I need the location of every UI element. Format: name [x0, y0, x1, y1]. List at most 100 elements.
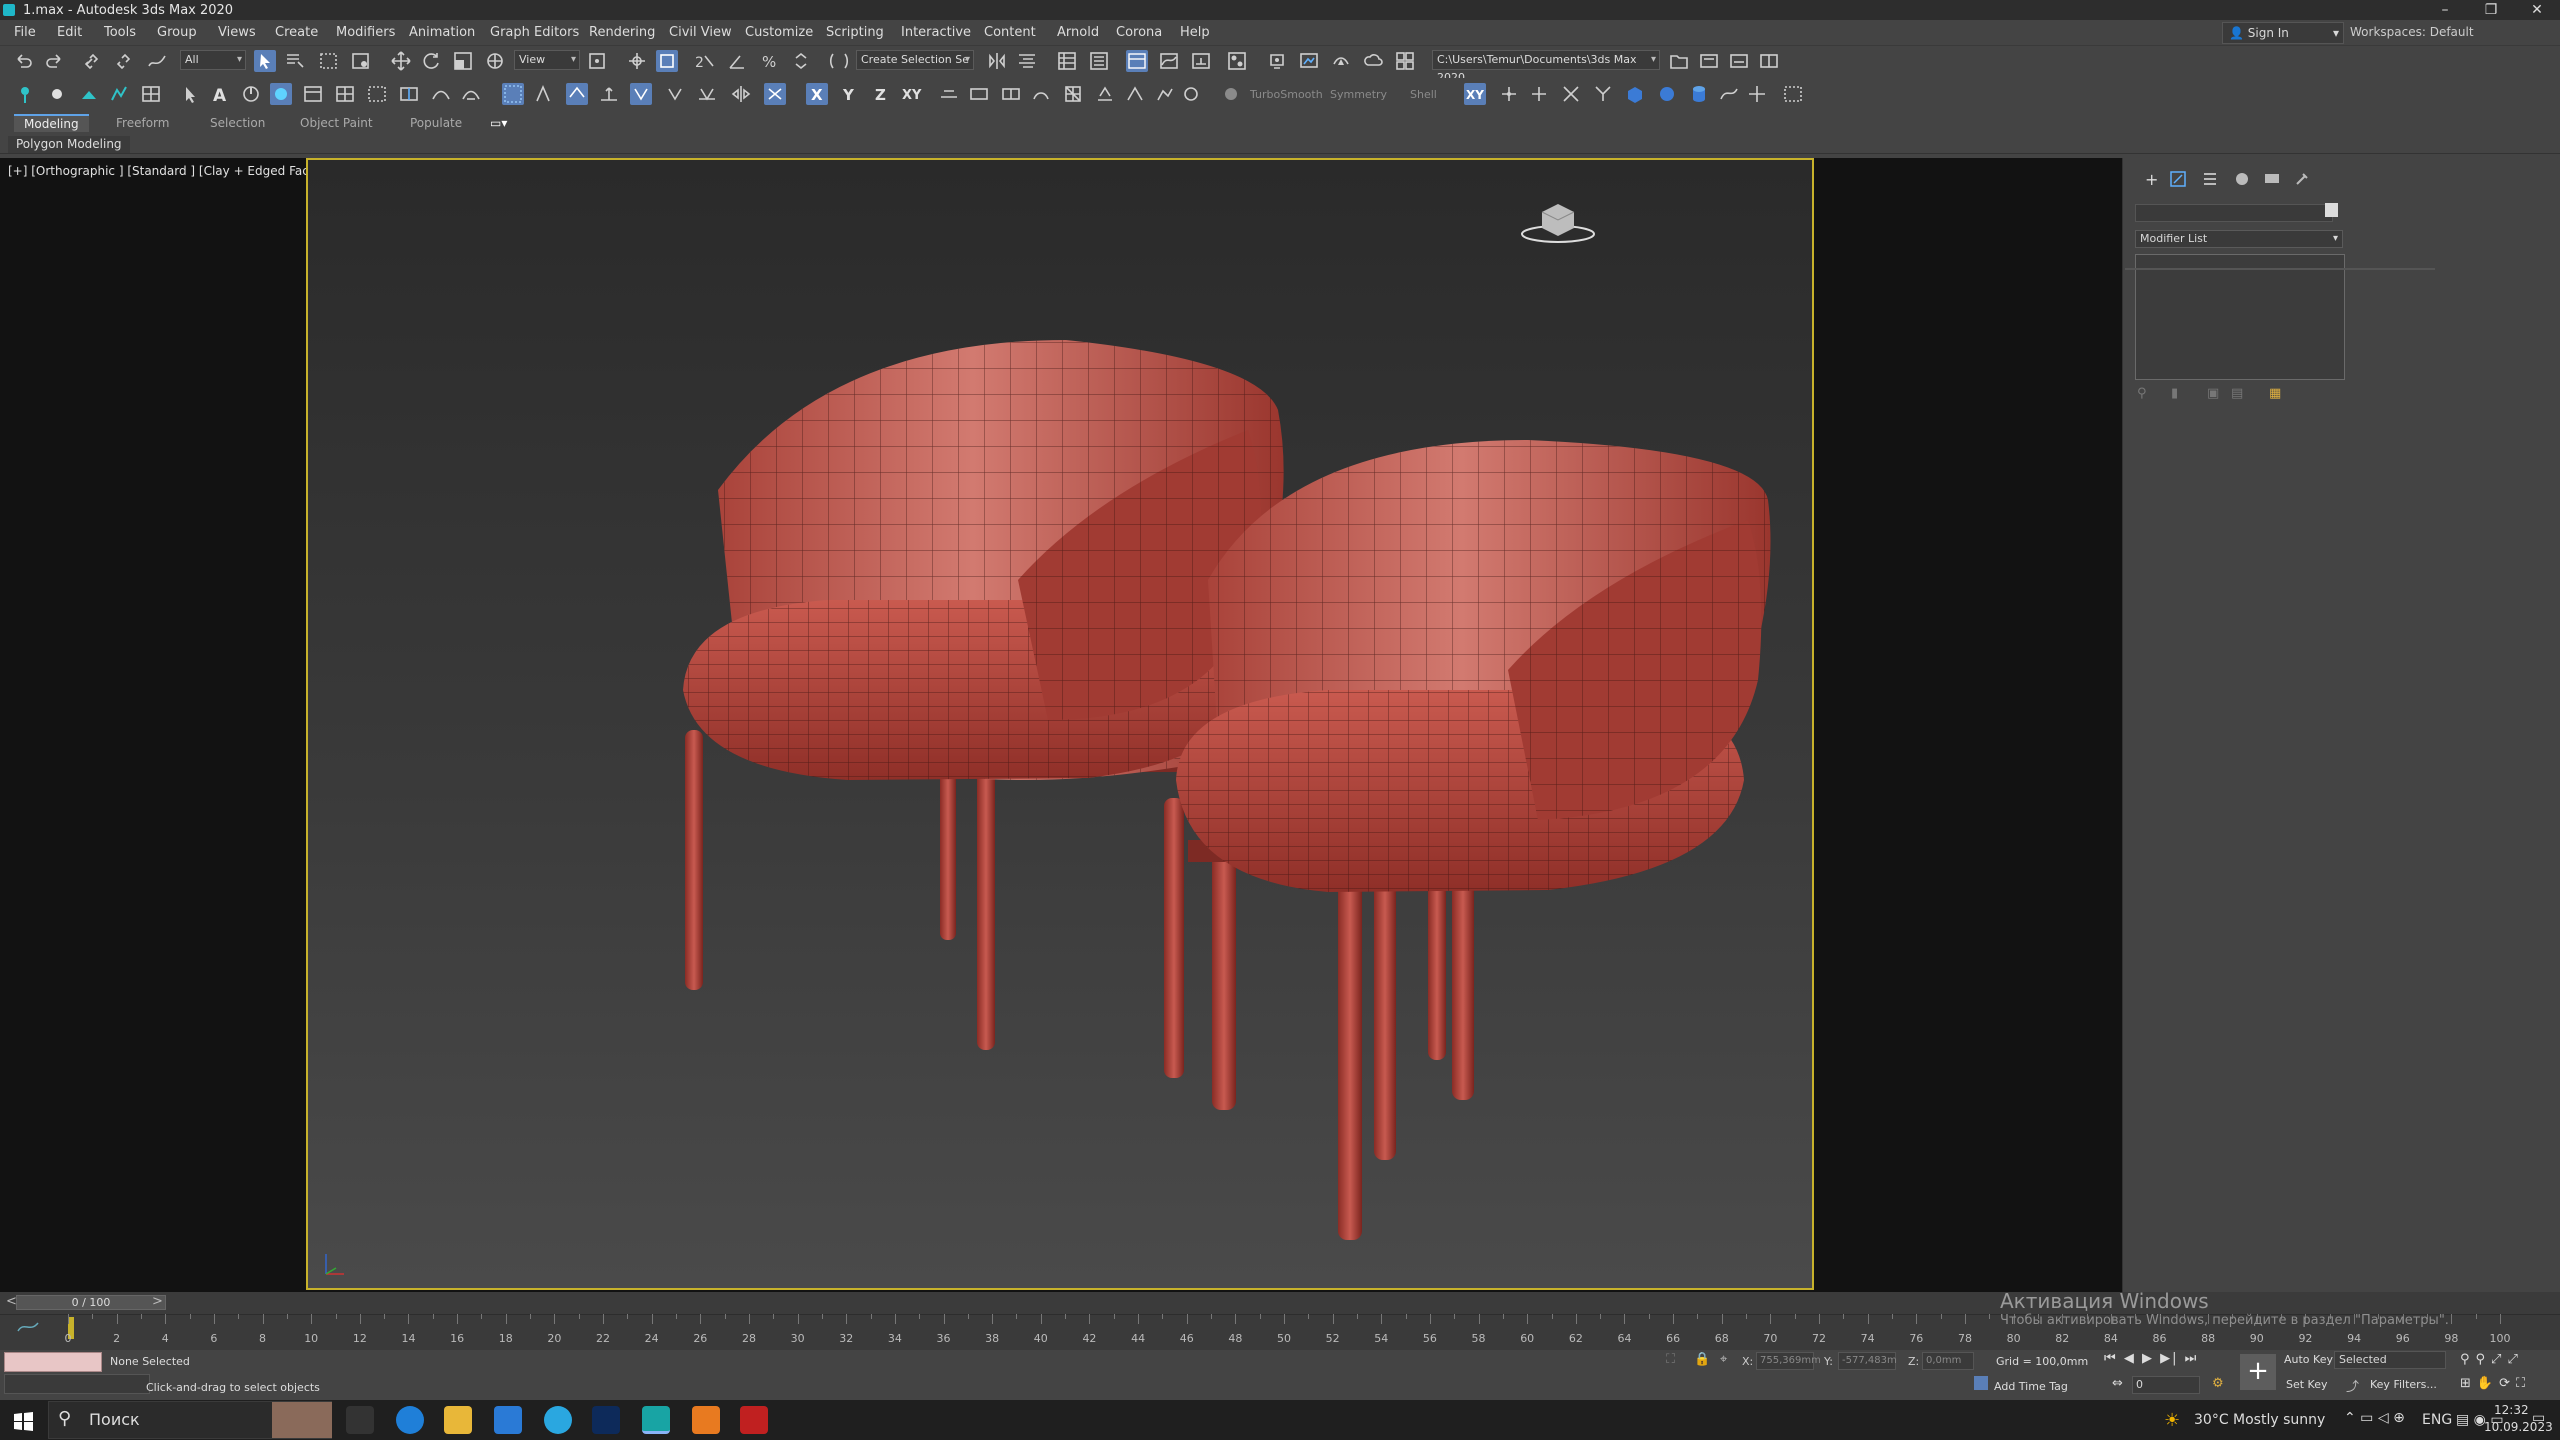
sphere-primitive-icon[interactable] — [1656, 83, 1678, 105]
place-icon[interactable] — [484, 50, 506, 72]
language-indicator[interactable]: ENG — [2422, 1412, 2452, 1428]
viewport-nav-row-2[interactable]: ⊞✋⟳⛶ — [2460, 1376, 2531, 1391]
cut-icon[interactable] — [430, 83, 452, 105]
viewport-nav-row-1[interactable]: ⚲⚲⤢⤢ — [2460, 1352, 2524, 1367]
clock-time[interactable]: 12:32 — [2494, 1403, 2529, 1417]
constrain-normal-icon[interactable] — [598, 83, 620, 105]
modifier-stack[interactable] — [2135, 254, 2345, 380]
create-icon[interactable] — [14, 83, 36, 105]
cursor-icon[interactable] — [178, 83, 200, 105]
workspaces-selector[interactable]: Workspaces: Default — [2350, 25, 2474, 39]
armchair-right[interactable] — [1164, 440, 1771, 1240]
modifier-list-dropdown[interactable]: Modifier List — [2135, 230, 2343, 248]
swift-loop-icon[interactable] — [398, 83, 420, 105]
menu-animation[interactable]: Animation — [409, 25, 475, 40]
add-time-tag[interactable]: Add Time Tag — [1994, 1380, 2068, 1393]
axis-xy-icon[interactable]: XY — [900, 83, 926, 105]
viewport-settings-icon[interactable] — [302, 83, 324, 105]
tweak-icon[interactable] — [664, 83, 686, 105]
compass-icon[interactable] — [240, 83, 262, 105]
key-filters-button[interactable]: Key Filters... — [2370, 1378, 2437, 1391]
turbosmooth-label[interactable]: TurboSmooth — [1250, 88, 1323, 101]
tab-freeform[interactable]: Freeform — [106, 114, 179, 132]
windows-start-icon[interactable] — [12, 1410, 34, 1432]
material-editor-icon[interactable] — [1226, 50, 1248, 72]
box-primitive-icon[interactable] — [1624, 83, 1646, 105]
modify-tab-icon[interactable] — [2169, 170, 2187, 188]
weather-text[interactable]: 30°C Mostly sunny — [2194, 1412, 2325, 1428]
render-cloud-icon[interactable] — [1362, 50, 1384, 72]
menu-graph-editors[interactable]: Graph Editors — [490, 25, 579, 40]
constrain-edge-icon[interactable] — [532, 83, 554, 105]
task-view-icon[interactable] — [346, 1406, 374, 1434]
project-folder-dropdown[interactable]: C:\Users\Temur\Documents\3ds Max 2020 — [1432, 50, 1660, 84]
time-tag-icon[interactable] — [1974, 1376, 1988, 1390]
mail-icon[interactable] — [494, 1406, 522, 1434]
asset-tracking-icon[interactable] — [1728, 50, 1750, 72]
ribbon-options-icon[interactable]: ▭▾ — [480, 114, 517, 132]
link-icon[interactable] — [82, 50, 104, 72]
mirror-icon[interactable] — [986, 50, 1008, 72]
move-icon[interactable] — [390, 50, 412, 72]
edge-ribbon-icon[interactable] — [108, 83, 130, 105]
maxscript-listener[interactable] — [4, 1352, 102, 1372]
next-frame-icon[interactable]: > — [152, 1294, 163, 1309]
menu-create[interactable]: Create — [275, 25, 318, 40]
tab-selection[interactable]: Selection — [200, 114, 275, 132]
angle-snap-icon[interactable] — [726, 50, 748, 72]
generate-topology-icon[interactable] — [1124, 83, 1146, 105]
object-name-field[interactable] — [2135, 204, 2333, 222]
y-coordinate-field[interactable]: -577,483m — [1838, 1352, 1897, 1370]
workspace-layout-icon[interactable] — [1758, 50, 1780, 72]
viewport-label[interactable]: [+] [Orthographic ] [Standard ] [Clay + … — [8, 164, 331, 178]
cylinder-primitive-icon[interactable] — [1688, 83, 1710, 105]
tab-object-paint[interactable]: Object Paint — [290, 114, 383, 132]
scene-explorer-icon[interactable] — [1056, 50, 1078, 72]
select-object-icon[interactable] — [254, 50, 276, 72]
viewcube-icon[interactable] — [1518, 198, 1598, 246]
axis-x-icon[interactable]: X — [806, 83, 828, 105]
tessellate-icon[interactable] — [1062, 83, 1084, 105]
playback-controls[interactable]: ⏮ ◀ ▶ ▶| ⏭ — [2104, 1351, 2198, 1366]
schematic-view-icon[interactable] — [1190, 50, 1212, 72]
menu-views[interactable]: Views — [218, 25, 256, 40]
make-planar-icon[interactable] — [968, 83, 990, 105]
app-icon-orange[interactable] — [692, 1406, 720, 1434]
time-configuration-icon[interactable]: ⚙ — [2212, 1376, 2224, 1391]
relax-icon[interactable] — [938, 83, 960, 105]
align-y-icon[interactable] — [1592, 83, 1614, 105]
shaded-toggle-icon[interactable] — [270, 83, 292, 105]
key-mode-dropdown[interactable]: Selected — [2334, 1351, 2446, 1369]
search-highlight-image[interactable] — [272, 1402, 332, 1438]
menu-edit[interactable]: Edit — [57, 25, 82, 40]
tab-modeling[interactable]: Modeling — [14, 114, 89, 132]
perspective-viewport[interactable] — [306, 158, 1814, 1290]
tray-icons[interactable]: ⌃ ▭ ◁ ⊕ — [2344, 1410, 2405, 1426]
maxscript-mini-input[interactable] — [4, 1374, 150, 1394]
close-icon[interactable]: ✕ — [2514, 0, 2560, 20]
menu-help[interactable]: Help — [1180, 25, 1210, 40]
tab-populate[interactable]: Populate — [400, 114, 472, 132]
spline-icon[interactable] — [1718, 83, 1740, 105]
configure-modifier-sets-icon[interactable]: ▦ — [2269, 386, 2281, 401]
drag-icon[interactable] — [1180, 83, 1202, 105]
selection-lock-icon[interactable]: 🔒 — [1694, 1352, 1710, 1367]
menu-civil-view[interactable]: Civil View — [669, 25, 732, 40]
auto-key-button[interactable]: Auto Key — [2284, 1353, 2333, 1366]
menu-content[interactable]: Content — [984, 25, 1036, 40]
render-setup-icon[interactable] — [1266, 50, 1288, 72]
edit-geometry-icon[interactable] — [46, 83, 68, 105]
percent-snap-icon[interactable]: % — [758, 50, 780, 72]
select-by-name-icon[interactable] — [284, 50, 306, 72]
make-unique-icon[interactable]: ▣ — [2207, 386, 2219, 401]
telegram-icon[interactable] — [544, 1406, 572, 1434]
spinner-snap-icon[interactable] — [790, 50, 812, 72]
armchair-left[interactable] — [683, 340, 1284, 1050]
rotate-icon[interactable] — [420, 50, 442, 72]
constrain-face-icon[interactable] — [566, 83, 588, 105]
object-color-swatch[interactable] — [2325, 203, 2338, 217]
key-mode-toggle-icon[interactable]: ⇔ — [2112, 1376, 2123, 1391]
scale-icon[interactable] — [452, 50, 474, 72]
selection-filter-dropdown[interactable]: All — [180, 50, 246, 70]
named-selection-dropdown[interactable]: Create Selection Se — [856, 50, 974, 70]
